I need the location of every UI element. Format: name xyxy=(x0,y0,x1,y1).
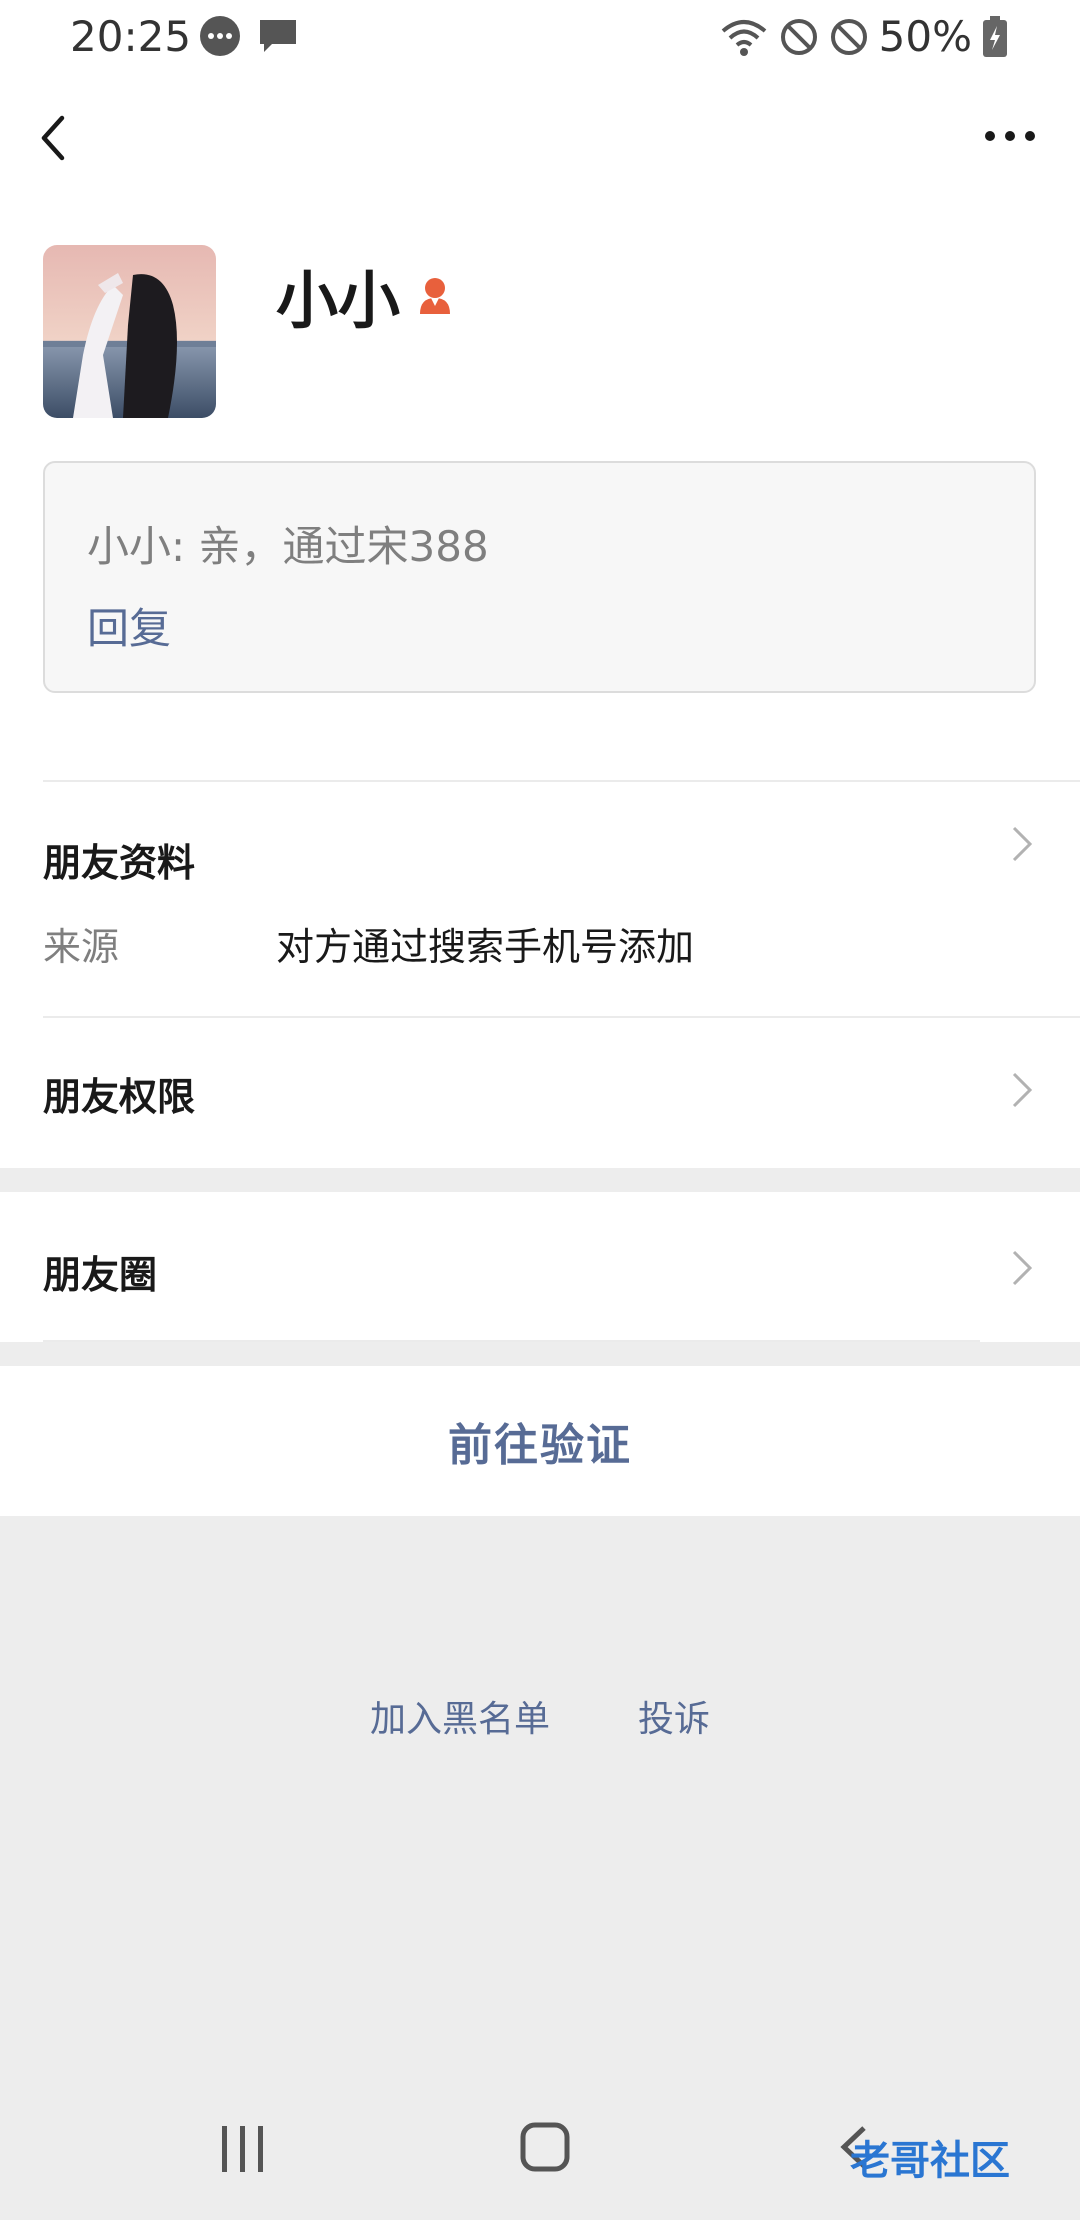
verification-message-box: 小小: 亲，通过宋388 回复 xyxy=(43,461,1036,693)
report-link[interactable]: 投诉 xyxy=(638,1690,710,1742)
blocked-icon xyxy=(830,18,867,55)
moments-row[interactable]: 朋友圈 xyxy=(0,1192,1080,1342)
add-to-blacklist-link[interactable]: 加入黑名单 xyxy=(370,1690,550,1742)
chevron-right-icon xyxy=(1012,1072,1033,1108)
contact-name: 小小 xyxy=(276,264,401,337)
do-not-disturb-icon xyxy=(780,18,817,55)
divider xyxy=(43,780,1080,782)
source-value: 对方通过搜索手机号添加 xyxy=(276,925,695,969)
bottom-links: 加入黑名单 投诉 xyxy=(0,1690,1080,1742)
friend-profile-title: 朋友资料 xyxy=(43,841,196,885)
source-label: 来源 xyxy=(43,925,120,969)
watermark-logo: 老哥社区 xyxy=(850,2138,1010,2184)
friend-info-section: 朋友资料 来源 对方通过搜索手机号添加 朋友权限 xyxy=(0,780,1080,1168)
friend-permissions-title: 朋友权限 xyxy=(43,1075,196,1119)
recent-apps-icon[interactable] xyxy=(220,2124,266,2174)
name-row: 小小 xyxy=(276,250,456,340)
battery-percent: 50% xyxy=(878,12,972,61)
status-right: 50% xyxy=(719,12,1008,61)
profile-card: 小小 小小: 亲，通过宋388 回复 xyxy=(0,200,1080,780)
chevron-right-icon xyxy=(1012,1250,1033,1286)
back-icon[interactable] xyxy=(30,108,80,168)
top-nav xyxy=(0,76,1080,200)
more-options-icon[interactable] xyxy=(980,116,1040,156)
battery-charging-icon xyxy=(983,15,1007,57)
divider xyxy=(43,1340,980,1342)
female-gender-icon xyxy=(420,278,451,314)
chat-bubble-icon xyxy=(200,16,240,56)
system-nav-bar: 老哥社区 xyxy=(0,2100,1080,2220)
reply-link[interactable]: 回复 xyxy=(87,595,171,656)
status-bar: 20:25 50% xyxy=(0,0,1080,76)
notification-icons xyxy=(198,14,300,58)
go-verify-button[interactable]: 前往验证 xyxy=(0,1366,1080,1516)
chevron-right-icon xyxy=(1012,826,1033,862)
verification-message: 小小: 亲，通过宋388 xyxy=(87,522,489,571)
wifi-icon xyxy=(721,19,766,56)
divider xyxy=(43,1016,1080,1018)
moments-title: 朋友圈 xyxy=(43,1253,158,1297)
home-icon[interactable] xyxy=(520,2122,570,2172)
go-verify-label: 前往验证 xyxy=(448,1420,632,1471)
status-time: 20:25 xyxy=(70,12,192,61)
message-icon xyxy=(260,20,296,52)
avatar[interactable] xyxy=(43,245,216,418)
